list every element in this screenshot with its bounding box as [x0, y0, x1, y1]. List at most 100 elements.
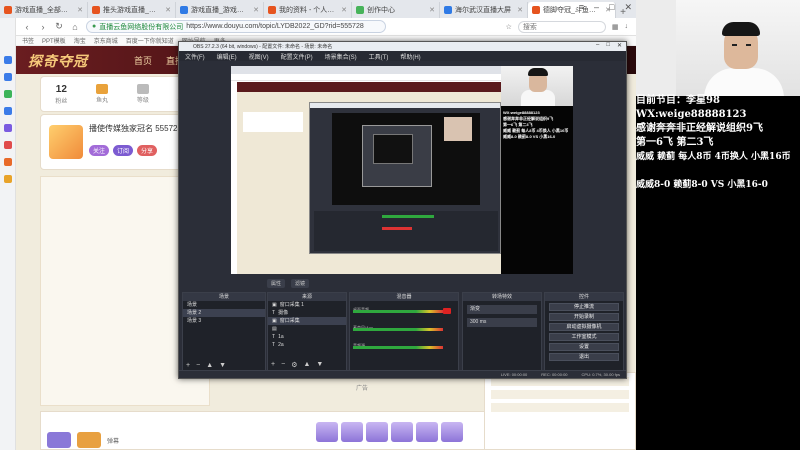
remove-icon[interactable]: − — [196, 362, 200, 369]
source-item[interactable]: ▤ — [268, 325, 346, 333]
sidebar-app-icon[interactable] — [3, 124, 12, 132]
close-tab-icon[interactable]: ✕ — [429, 6, 435, 14]
forward-icon[interactable]: › — [38, 22, 48, 32]
source-item[interactable]: T 1a — [268, 333, 346, 341]
sidebar-app-icon[interactable] — [3, 158, 12, 166]
start-recording-button[interactable]: 开始录制 — [549, 313, 619, 321]
refresh-icon[interactable]: ↻ — [54, 21, 64, 32]
properties-button[interactable]: 属性 — [267, 278, 286, 288]
browser-tab[interactable]: 推头游戏直播_推头游戏直播视频✕ — [88, 2, 176, 18]
gift-item[interactable] — [341, 422, 363, 442]
scene-item[interactable]: 场景 3 — [183, 317, 265, 325]
bookmark-item[interactable]: 京东商城 — [94, 36, 118, 45]
maximize-icon[interactable]: □ — [606, 42, 610, 49]
menu-help[interactable]: 帮助(H) — [400, 52, 420, 61]
stop-streaming-button[interactable]: 停止推流 — [549, 303, 619, 311]
stat-fans[interactable]: 12 粉丝 — [55, 84, 67, 105]
remove-icon[interactable]: − — [281, 361, 285, 369]
mute-icon[interactable] — [443, 308, 451, 314]
maximize-icon[interactable]: □ — [609, 2, 614, 13]
move-up-icon[interactable]: ▲ — [303, 361, 310, 369]
event-logo[interactable]: 探奇夺冠 — [28, 51, 88, 71]
sidebar-app-icon[interactable] — [3, 56, 12, 64]
move-up-icon[interactable]: ▲ — [206, 362, 213, 369]
source-item[interactable]: ▣ 窗口采集 1 — [268, 301, 346, 309]
move-down-icon[interactable]: ▼ — [316, 361, 323, 369]
close-window-icon[interactable]: ✕ — [617, 42, 622, 49]
download-icon[interactable]: ↓ — [625, 23, 629, 30]
subscribe-button[interactable]: 订阅 — [113, 145, 134, 156]
minimize-icon[interactable]: – — [594, 2, 599, 13]
minimize-icon[interactable]: – — [596, 42, 599, 49]
source-item[interactable]: T 2a — [268, 341, 346, 349]
menu-scene-collection[interactable]: 场景集合(S) — [325, 52, 357, 61]
transition-select[interactable]: 渐变 — [467, 305, 537, 314]
stat-level[interactable]: 等级 — [136, 84, 149, 104]
share-button[interactable]: 分享 — [137, 145, 158, 156]
browser-tab[interactable]: 创作中心 ✕ — [352, 2, 440, 18]
close-tab-icon[interactable]: ✕ — [517, 6, 523, 14]
volume-meter[interactable] — [353, 310, 443, 313]
menu-file[interactable]: 文件(F) — [185, 52, 205, 61]
settings-button[interactable]: 设置 — [549, 343, 619, 351]
browser-tab[interactable]: 海尔武汉直播大屏 ✕ — [440, 2, 528, 18]
bookmark-item[interactable]: PPT模板 — [42, 36, 66, 45]
preview-camera-hair — [528, 68, 548, 76]
obs-preview-canvas[interactable]: WX:weige88888123 感谢奔奔非正经解说组织9飞 第一6飞 第二3飞… — [231, 66, 573, 274]
source-item[interactable]: ▣ 窗口采集 — [268, 317, 346, 325]
virtual-camera-button[interactable]: 启动虚拟摄像机 — [549, 323, 619, 331]
sidebar-app-icon[interactable] — [3, 90, 12, 98]
move-down-icon[interactable]: ▼ — [219, 362, 226, 369]
gear-icon[interactable]: ⚙ — [291, 361, 297, 369]
gift-item[interactable] — [391, 422, 413, 442]
menu-profile[interactable]: 配置文件(P) — [281, 52, 313, 61]
bookmark-item[interactable]: 淘宝 — [74, 36, 86, 45]
extensions-icon[interactable]: ▦ — [612, 23, 619, 31]
follow-button[interactable]: 关注 — [89, 145, 110, 156]
back-icon[interactable]: ‹ — [22, 22, 32, 32]
search-input[interactable]: 搜索 — [517, 20, 606, 33]
emoji-button[interactable] — [47, 432, 71, 448]
close-tab-icon[interactable]: ✕ — [253, 6, 259, 14]
bookmark-item[interactable]: 书签 — [22, 36, 34, 45]
sidebar-app-icon[interactable] — [3, 175, 12, 183]
close-window-icon[interactable]: ✕ — [624, 2, 632, 13]
volume-meter[interactable] — [353, 346, 443, 349]
gift-item[interactable] — [316, 422, 338, 442]
menu-tools[interactable]: 工具(T) — [369, 52, 389, 61]
nav-home-link[interactable]: 首页 — [134, 54, 152, 67]
source-item[interactable]: T 摄像 — [268, 309, 346, 317]
stat-fishball[interactable]: 鱼丸 — [96, 84, 108, 104]
gift-item[interactable] — [416, 422, 438, 442]
sidebar-app-icon[interactable] — [3, 141, 12, 149]
close-tab-icon[interactable]: ✕ — [77, 6, 83, 14]
sidebar-app-icon[interactable] — [3, 107, 12, 115]
home-icon[interactable]: ⌂ — [70, 22, 80, 32]
transition-duration[interactable]: 300 ms — [467, 318, 537, 327]
browser-tab[interactable]: 游戏直播_全部游戏直播_斗鱼直播✕ — [0, 2, 88, 18]
live-timer: LIVE: 00:00:00 — [500, 372, 528, 377]
scene-item[interactable]: 场景 — [183, 301, 265, 309]
tab-label: 我的资料 - 个人中心 - 斗鱼 — [279, 7, 338, 14]
sidebar-app-icon[interactable] — [3, 73, 12, 81]
close-tab-icon[interactable]: ✕ — [341, 6, 347, 14]
add-icon[interactable]: + — [271, 361, 275, 369]
browser-tab[interactable]: 我的资料 - 个人中心 - 斗鱼✕ — [264, 2, 352, 18]
menu-edit[interactable]: 编辑(E) — [217, 52, 237, 61]
volume-meter[interactable] — [353, 328, 443, 331]
browser-tab[interactable]: 游戏直播_游戏直播频道✕ — [176, 2, 264, 18]
gift-item[interactable] — [366, 422, 388, 442]
bookmark-item[interactable]: 百度一下你就知道 — [126, 36, 174, 45]
address-bar[interactable]: ● 直播云鱼网络股份有限公司 https://www.douyu.com/top… — [86, 20, 386, 33]
menu-icon[interactable]: ≡ — [579, 2, 584, 13]
star-icon[interactable]: ☆ — [506, 23, 512, 31]
scene-item[interactable]: 场景 2 — [183, 309, 265, 317]
gift-item[interactable] — [441, 422, 463, 442]
exit-button[interactable]: 退出 — [549, 353, 619, 361]
close-tab-icon[interactable]: ✕ — [165, 6, 171, 14]
filters-button[interactable]: 滤镜 — [291, 278, 310, 288]
menu-view[interactable]: 视图(V) — [249, 52, 269, 61]
fans-badge-button[interactable] — [77, 432, 101, 448]
add-icon[interactable]: + — [186, 362, 190, 369]
studio-mode-button[interactable]: 工作室模式 — [549, 333, 619, 341]
